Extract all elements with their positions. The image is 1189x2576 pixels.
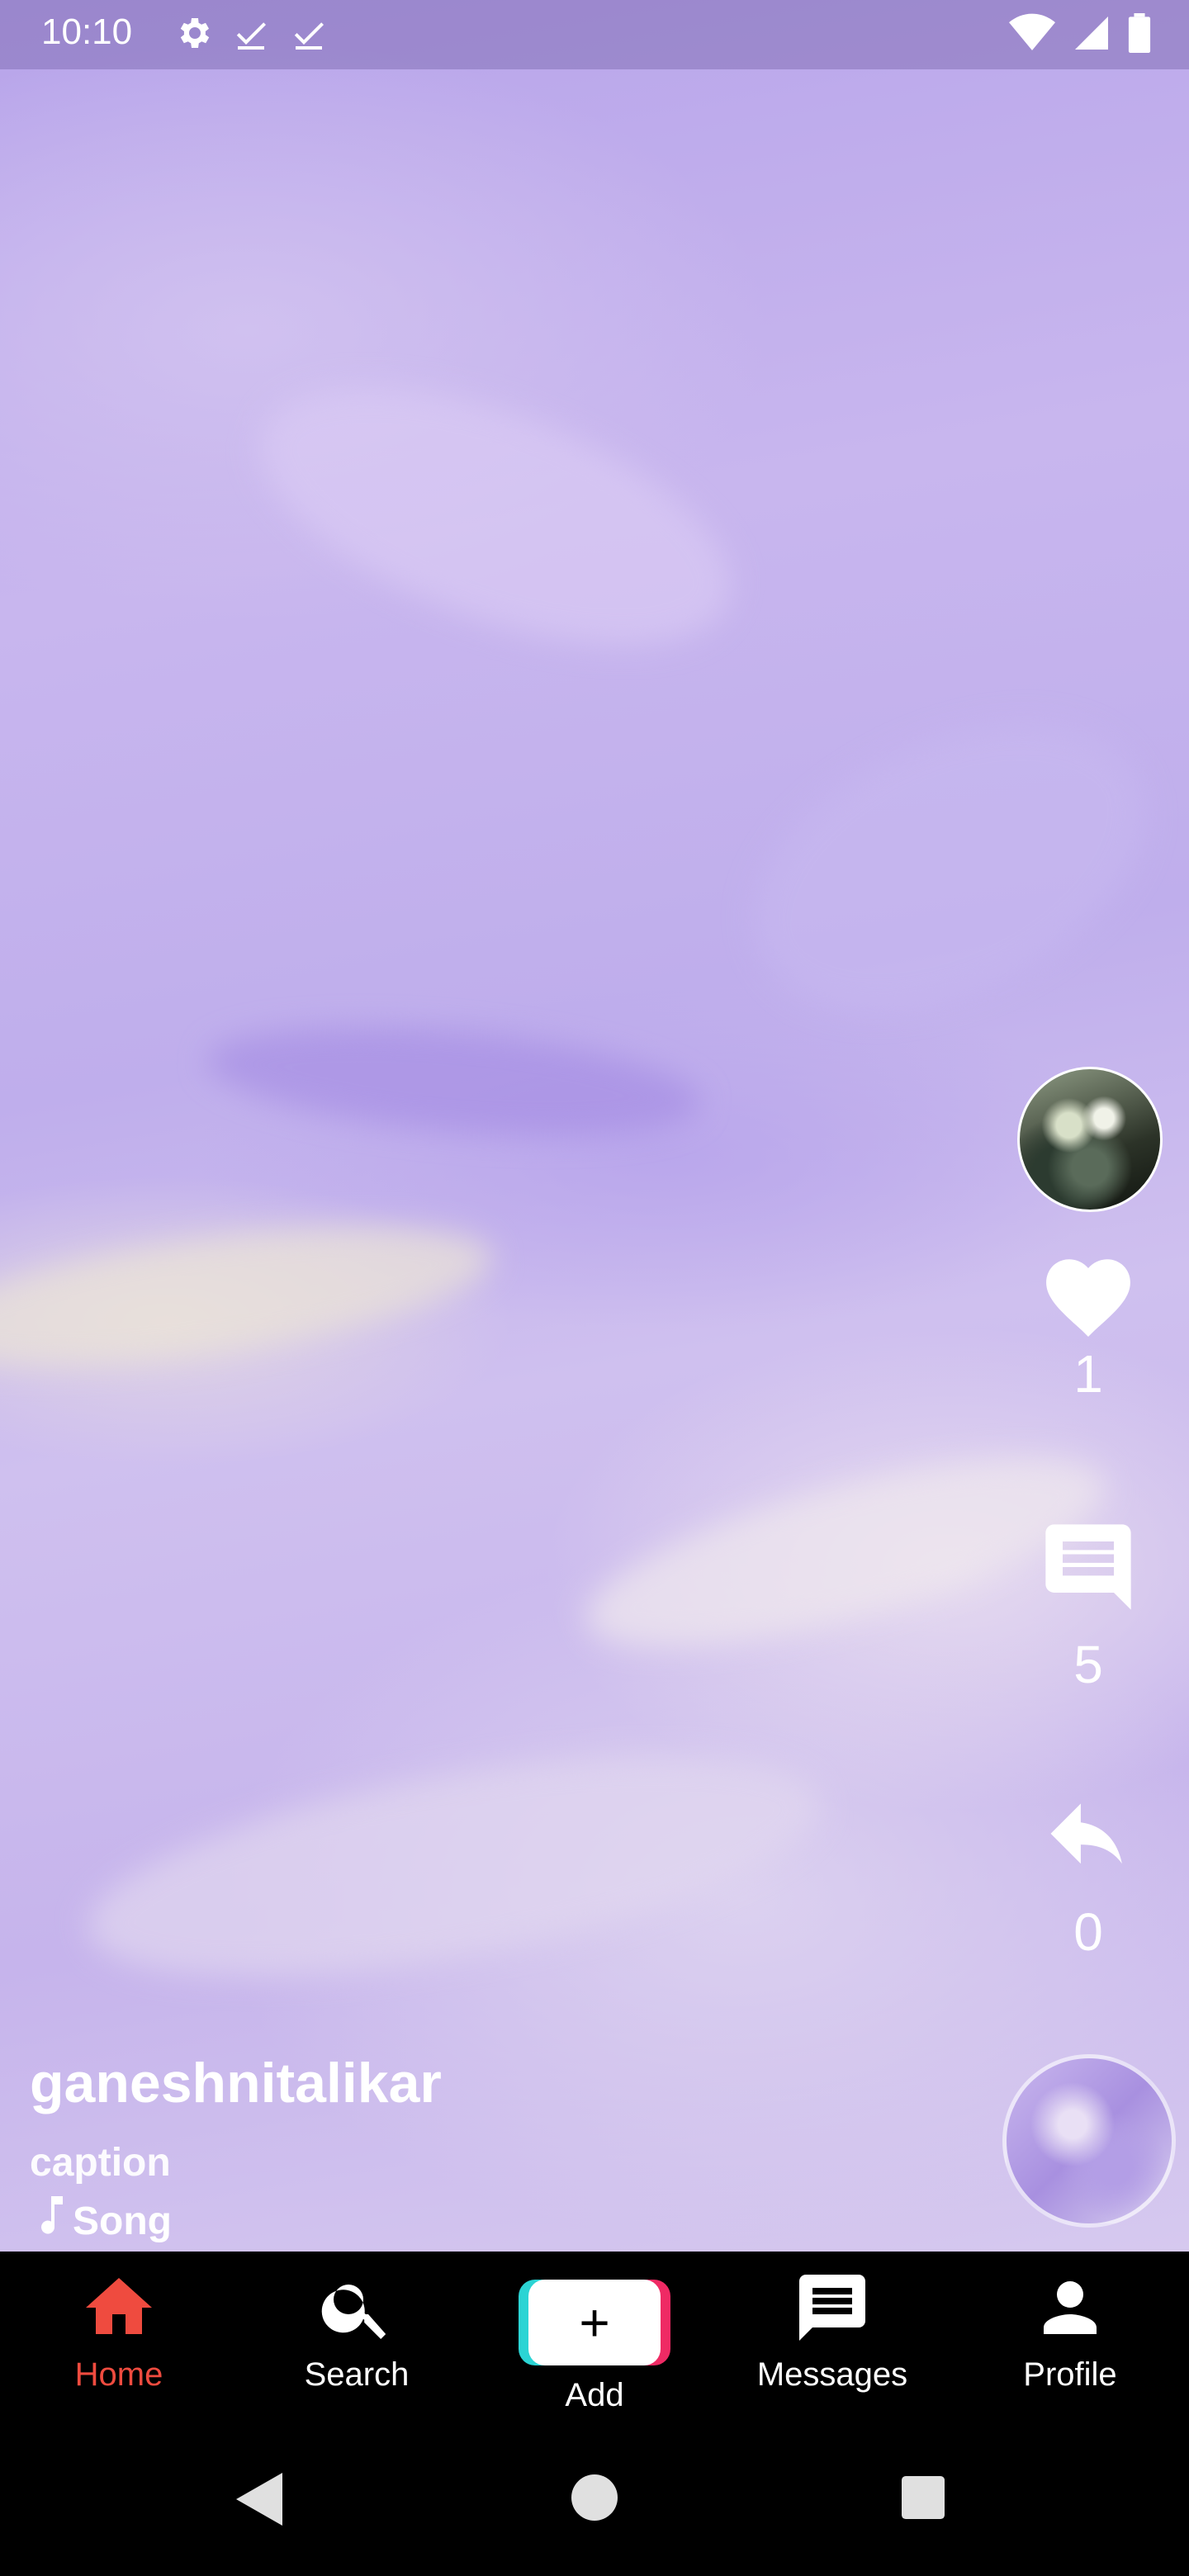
- bottom-nav: Home Search + Add Messages Profile: [0, 2252, 1189, 2425]
- music-disc[interactable]: [1002, 2054, 1176, 2228]
- nav-home[interactable]: Home: [20, 2268, 218, 2394]
- nav-add-label: Add: [565, 2377, 624, 2413]
- check-icon: [289, 13, 329, 57]
- comment-count: 5: [1073, 1635, 1103, 1694]
- nav-add[interactable]: + Add: [495, 2268, 694, 2414]
- plus-icon: +: [579, 2293, 610, 2352]
- comment-icon[interactable]: [1037, 1524, 1139, 1622]
- username[interactable]: ganeshnitalikar: [30, 2051, 442, 2115]
- share-action[interactable]: 0: [1022, 1800, 1154, 1963]
- check-icon: [231, 13, 271, 57]
- nav-search-label: Search: [304, 2356, 410, 2393]
- battery-icon: [1128, 13, 1151, 57]
- message-icon: [793, 2275, 872, 2351]
- person-icon: [1030, 2281, 1110, 2351]
- signal-icon: [1072, 13, 1111, 57]
- music-note-icon: [36, 2196, 66, 2246]
- home-circle-icon[interactable]: [571, 2474, 618, 2525]
- nav-search[interactable]: Search: [258, 2268, 456, 2394]
- home-icon: [79, 2278, 159, 2351]
- creator-avatar[interactable]: [1017, 1067, 1163, 1212]
- song-info[interactable]: Song: [36, 2196, 172, 2246]
- share-count: 0: [1073, 1902, 1103, 1962]
- video-player[interactable]: [0, 0, 1189, 2252]
- screen: 10:10 1 5 0 ganeshnitalikar caption Song…: [0, 0, 1189, 2576]
- nav-profile[interactable]: Profile: [971, 2268, 1169, 2394]
- nav-profile-label: Profile: [1023, 2356, 1117, 2393]
- search-icon: [317, 2285, 396, 2351]
- like-action[interactable]: 1: [1022, 1247, 1154, 1404]
- caption: caption: [30, 2141, 171, 2185]
- gear-icon: [173, 13, 213, 57]
- back-icon[interactable]: [236, 2473, 282, 2530]
- comment-action[interactable]: 5: [1022, 1516, 1154, 1695]
- nav-messages[interactable]: Messages: [733, 2268, 931, 2394]
- heart-icon[interactable]: [1037, 1259, 1139, 1342]
- song-title: Song: [73, 2199, 172, 2243]
- status-bar: 10:10: [0, 0, 1189, 69]
- nav-messages-label: Messages: [756, 2356, 908, 2393]
- wifi-icon: [1009, 13, 1055, 57]
- status-time: 10:10: [41, 12, 133, 52]
- nav-home-label: Home: [74, 2356, 163, 2393]
- add-button[interactable]: +: [528, 2280, 661, 2365]
- system-nav-bar: [0, 2425, 1189, 2576]
- recents-icon[interactable]: [902, 2476, 945, 2523]
- like-count: 1: [1073, 1344, 1103, 1404]
- reply-icon[interactable]: [1042, 1803, 1135, 1886]
